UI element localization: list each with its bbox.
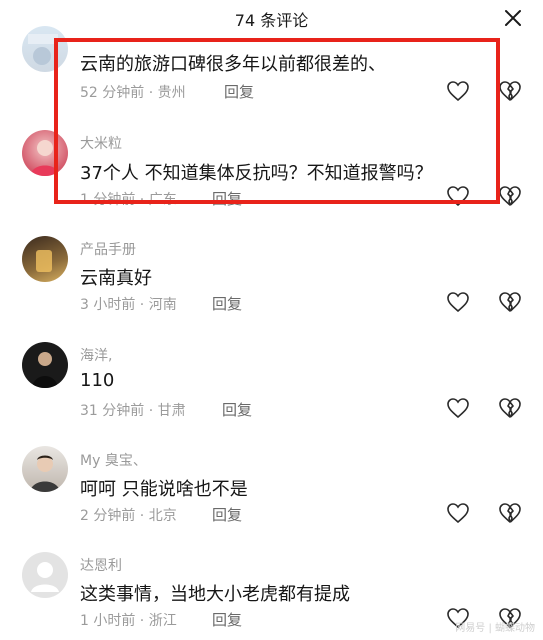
meta-separator: · [135,192,149,208]
comment-time: 1 小时前 [80,613,136,629]
heart-icon[interactable] [446,502,470,524]
comment-location: 甘肃 [157,403,186,419]
comment-meta: 1 分钟前 · 广东 [80,189,177,209]
comment-time: 2 分钟前 [80,508,136,524]
comments-title: 74 条评论 [234,11,309,30]
reply-button[interactable]: 回复 [222,399,252,420]
comment-location: 广东 [148,192,177,208]
comment-location: 浙江 [148,613,177,629]
comment-text: 这类事情，当地大小老虎都有提成 [80,584,350,605]
comment-location: 北京 [148,508,177,524]
meta-separator: · [135,297,149,313]
broken-heart-icon[interactable] [498,291,522,313]
comment-meta: 2 分钟前 · 北京 [80,505,177,525]
meta-separator: · [135,613,149,629]
heart-icon[interactable] [446,397,470,419]
comment-username[interactable]: 产品手册 [80,239,136,259]
comment-meta: 3 小时前 · 河南 [80,294,177,314]
comment-username[interactable]: My 臭宝、 [80,450,147,470]
avatar[interactable] [22,552,68,598]
comment-username[interactable]: 海洋, [80,345,112,365]
broken-heart-icon[interactable] [498,185,522,207]
broken-heart-icon[interactable] [498,397,522,419]
heart-icon[interactable] [446,291,470,313]
heart-icon[interactable] [446,185,470,207]
meta-separator: · [144,403,158,419]
comment-location: 贵州 [157,85,186,101]
close-icon[interactable] [503,8,523,28]
comment-time: 31 分钟前 [80,403,145,419]
comment-username[interactable]: 达恩利 [80,555,122,575]
comment-time: 52 分钟前 [80,85,145,101]
reply-button[interactable]: 回复 [212,504,242,525]
avatar[interactable] [22,446,68,492]
meta-separator: · [135,508,149,524]
broken-heart-icon[interactable] [498,80,522,102]
comment-time: 1 分钟前 [80,192,136,208]
comment-text: 云南真好 [80,268,152,289]
comment-username[interactable]: 大米粒 [80,133,122,153]
reply-button[interactable]: 回复 [212,188,242,209]
comment-text: 37个人 不知道集体反抗吗？不知道报警吗？ [80,163,433,184]
comment-location: 河南 [148,297,177,313]
broken-heart-icon[interactable] [498,502,522,524]
reply-button[interactable]: 回复 [212,609,242,630]
avatar[interactable] [22,130,68,176]
comment-text: 110 [80,370,115,391]
comment-text: 呵呵 只能说啥也不是 [80,479,248,500]
comment-time: 3 小时前 [80,297,136,313]
avatar[interactable] [22,236,68,282]
avatar[interactable] [22,26,68,72]
comment-meta: 1 小时前 · 浙江 [80,610,177,630]
comments-header: 74 条评论 [0,0,543,36]
comment-text: 云南的旅游口碑很多年以前都很差的、 [80,54,386,75]
heart-icon[interactable] [446,80,470,102]
comment-meta: 52 分钟前 · 贵州 [80,82,186,102]
reply-button[interactable]: 回复 [212,293,242,314]
avatar[interactable] [22,342,68,388]
comment-meta: 31 分钟前 · 甘肃 [80,400,186,420]
watermark: 网易号 | 蝴蝶动物 [455,623,535,634]
meta-separator: · [144,85,158,101]
reply-button[interactable]: 回复 [224,81,254,102]
